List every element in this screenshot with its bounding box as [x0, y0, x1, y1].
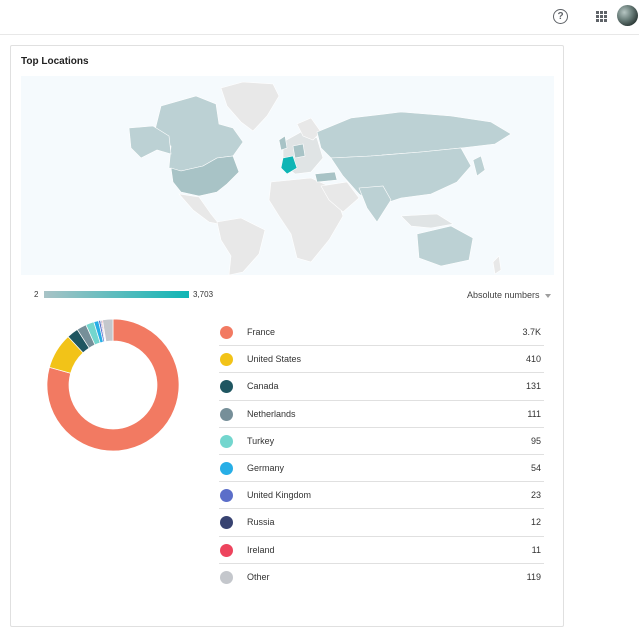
legend-country-name: Russia [247, 517, 275, 528]
legend-swatch [220, 434, 233, 448]
dropdown-caret-icon [544, 293, 551, 298]
map-region-germany [292, 143, 306, 159]
legend-country-name: United States [247, 354, 302, 365]
map-region-central-america [178, 193, 220, 225]
top-locations-card: Top Locations 2 3,703 Absolute numbers F… [10, 45, 564, 627]
legend-country-value: 23 [530, 490, 541, 501]
legend-row[interactable]: Canada 131 [219, 373, 544, 401]
map-region-australia [416, 225, 474, 267]
legend-country-value: 111 [527, 408, 541, 419]
color-scale-bar [44, 291, 189, 298]
legend-row[interactable]: Ireland 11 [219, 537, 544, 564]
map-region-uk [278, 135, 288, 151]
world-map[interactable]: 2 3,703 [21, 76, 554, 299]
map-region-russia [316, 111, 512, 159]
world-map-svg [128, 81, 512, 275]
legend-country-name: Germany [247, 462, 285, 473]
legend-country-value: 3.7K [522, 327, 541, 337]
map-region-south-america [216, 217, 266, 275]
legend-row[interactable]: United Kingdom 23 [219, 482, 544, 510]
legend-row[interactable]: United States 410 [219, 346, 544, 374]
map-region-greenland [220, 81, 280, 132]
legend-row[interactable]: Germany 54 [219, 455, 544, 483]
map-region-japan [472, 155, 486, 177]
donut-chart [47, 319, 179, 451]
legend-swatch [220, 516, 233, 530]
legend-row[interactable]: Other 119 [219, 564, 544, 591]
map-region-india [358, 185, 392, 223]
legend-row[interactable]: Russia 12 [219, 509, 544, 537]
legend-country-value: 410 [525, 354, 541, 365]
locations-legend: France 3.7K United States 410 Canada 131 Nethe… [219, 319, 544, 591]
metric-dropdown-label: Absolute numbers [467, 290, 540, 300]
avatar[interactable] [617, 5, 638, 26]
legend-swatch [220, 543, 233, 557]
metric-dropdown[interactable]: Absolute numbers [467, 290, 551, 300]
legend-swatch [220, 380, 233, 394]
legend-row[interactable]: France 3.7K [219, 319, 544, 347]
legend-country-value: 11 [531, 544, 541, 555]
legend-country-name: Canada [247, 381, 279, 392]
map-region-new-zealand [492, 255, 502, 275]
legend-country-value: 131 [525, 381, 541, 392]
legend-swatch [220, 326, 233, 339]
legend-swatch [220, 353, 233, 367]
map-region-turkey [314, 171, 338, 183]
legend-country-name: United Kingdom [247, 490, 312, 501]
legend-row[interactable]: Turkey 95 [219, 428, 544, 455]
card-title: Top Locations [21, 56, 89, 67]
legend-country-name: Netherlands [247, 408, 296, 419]
legend-country-name: France [247, 327, 276, 337]
legend-country-value: 95 [530, 435, 541, 446]
map-region-indonesia [400, 213, 454, 229]
legend-swatch [220, 461, 233, 475]
legend-country-name: Turkey [247, 435, 275, 446]
scale-max-label: 3,703 [193, 290, 214, 299]
apps-grid-icon[interactable] [596, 11, 607, 22]
legend-country-value: 119 [526, 571, 541, 582]
legend-country-value: 12 [530, 517, 541, 528]
legend-swatch [220, 570, 233, 584]
legend-swatch [220, 489, 233, 503]
help-icon[interactable]: ? [553, 9, 568, 24]
legend-country-name: Ireland [247, 544, 275, 555]
top-bar: ? [0, 0, 639, 35]
scale-min-label: 2 [34, 290, 39, 299]
legend-row[interactable]: Netherlands 111 [219, 401, 544, 428]
legend-country-name: Other [247, 571, 270, 582]
legend-country-value: 54 [530, 462, 541, 473]
legend-swatch [220, 407, 233, 421]
